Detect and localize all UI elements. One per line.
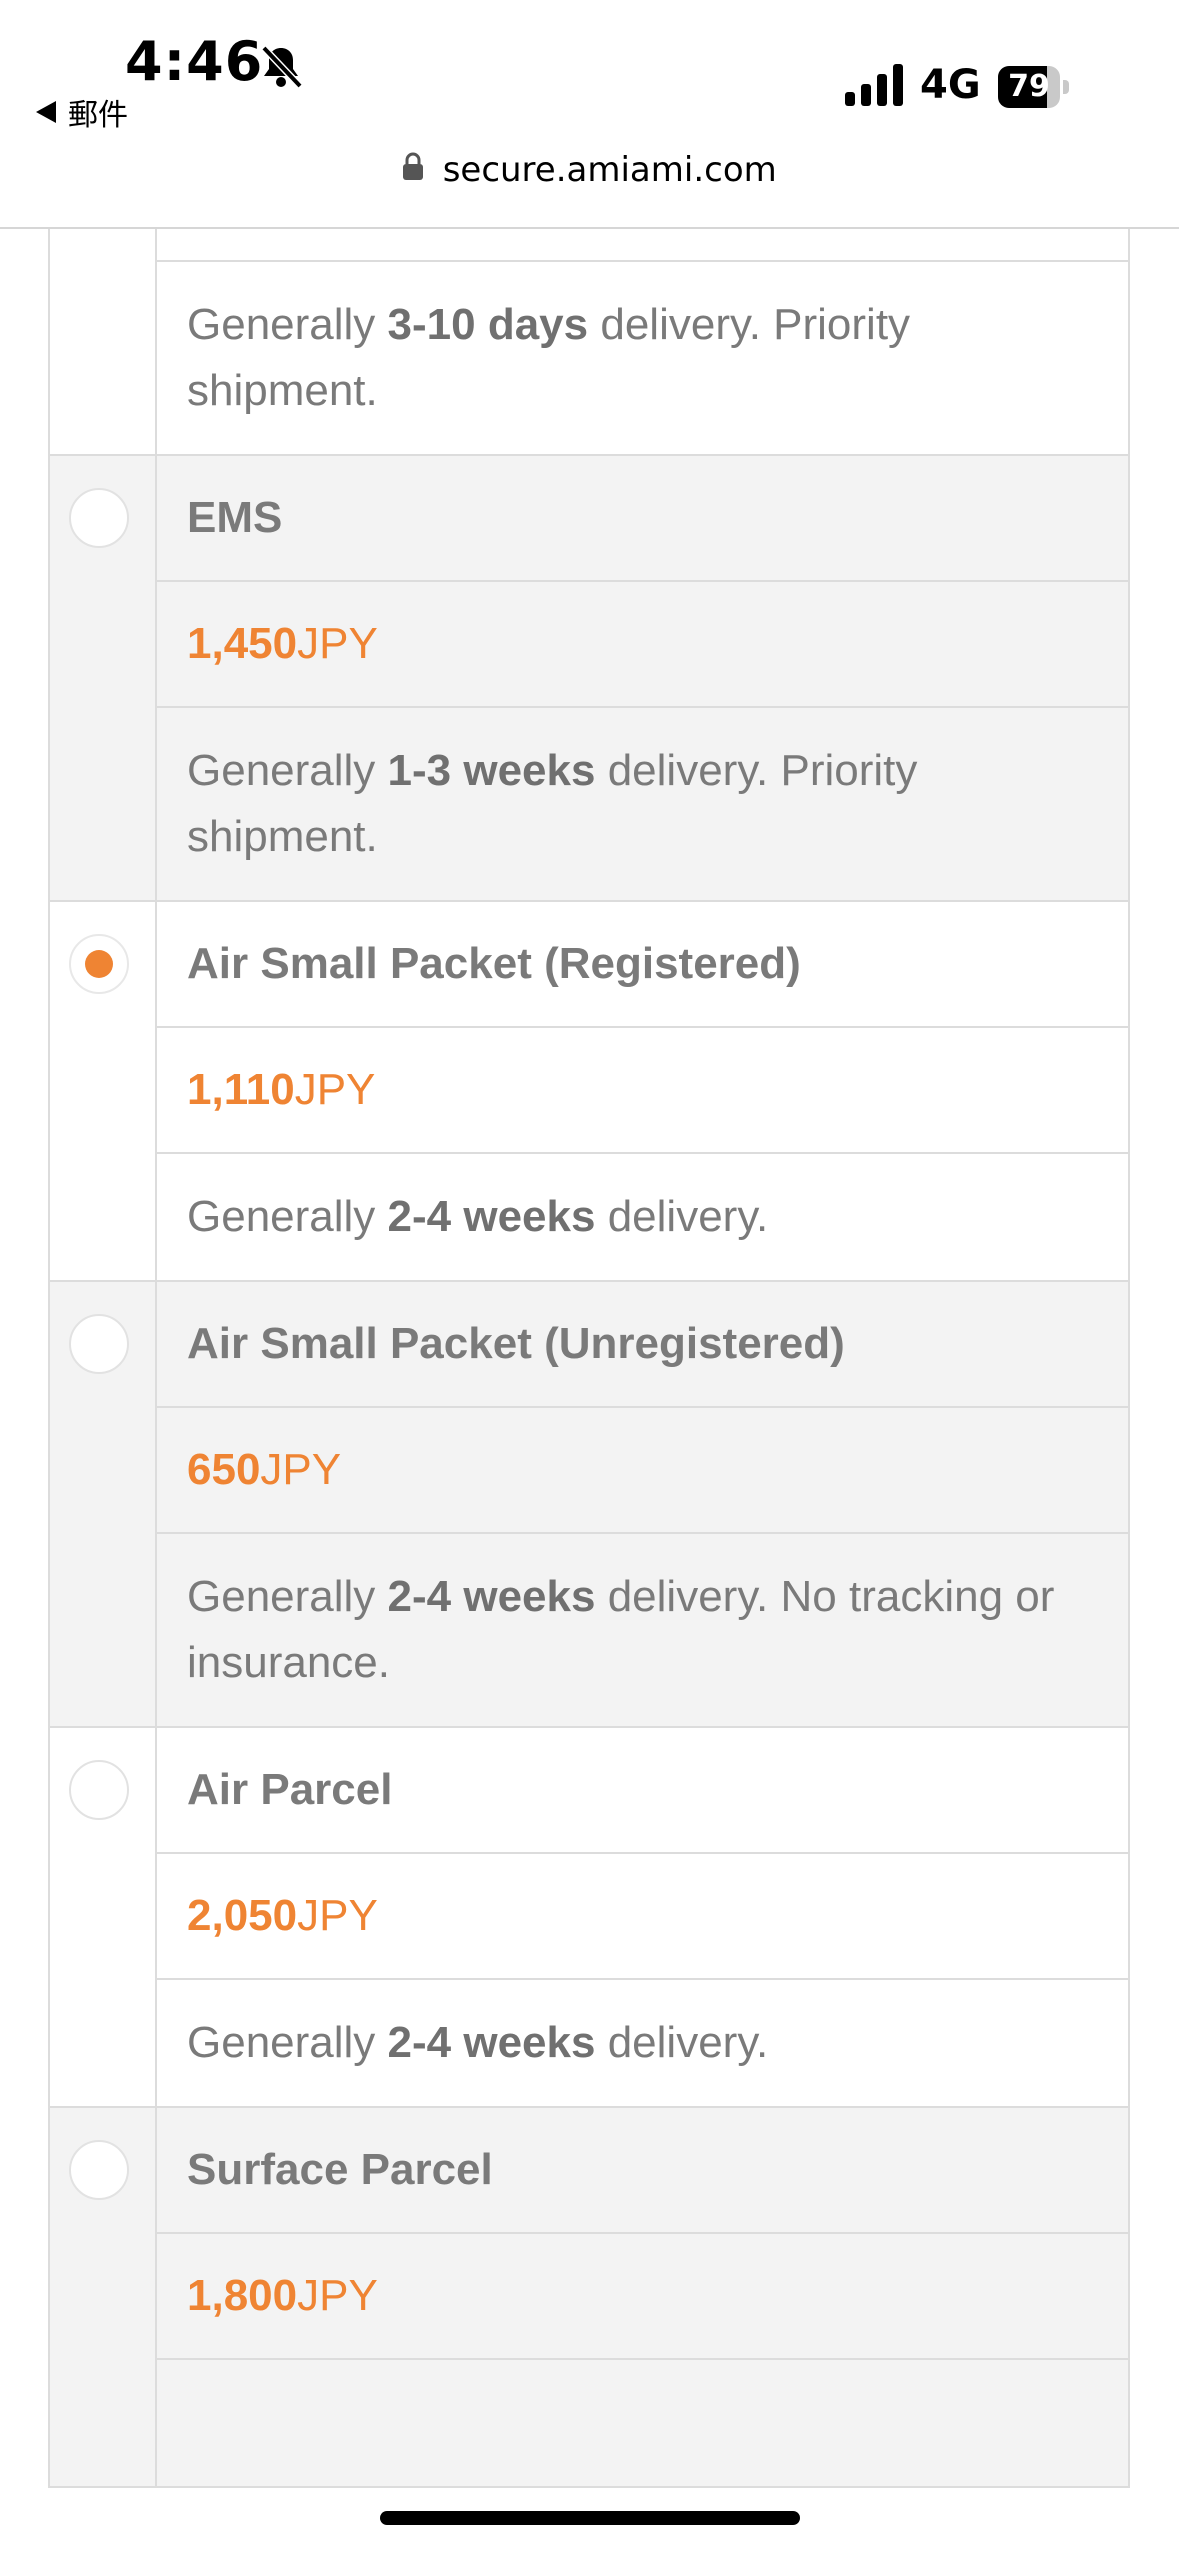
shipping-method-name: Air Small Packet (Registered) — [157, 902, 1128, 1028]
shipping-price: 650 JPY — [157, 1408, 1128, 1534]
status-time: 4:46 — [125, 30, 264, 93]
shipping-price: 2,050 JPY — [157, 1854, 1128, 1980]
delivery-text-prefix: Generally — [187, 300, 388, 349]
delivery-description — [157, 2360, 1128, 2486]
shipping-price: 2,313JPY — [157, 229, 1128, 262]
price-currency: JPY — [297, 619, 378, 668]
address-bar[interactable]: secure.amiami.com — [0, 150, 1179, 226]
price-amount: 1,450 — [187, 619, 298, 668]
price-amount: 2,050 — [187, 1891, 298, 1940]
radio-cell[interactable] — [50, 229, 157, 454]
shipping-radio-button[interactable] — [69, 1314, 129, 1374]
shipping-method-table: DHL2,313JPYGenerally 3-10 days delivery.… — [48, 229, 1130, 2488]
delivery-time-estimate: 2-4 weeks — [387, 1192, 596, 1241]
page-content[interactable]: DHL2,313JPYGenerally 3-10 days delivery.… — [0, 229, 1179, 2556]
status-bar: 4:46 郵件 4G 79 — [0, 0, 1179, 150]
delivery-time-estimate: 1-3 weeks — [387, 746, 596, 795]
shipping-option-details: Air Small Packet (Registered) 1,110 JPY Gen… — [157, 902, 1128, 1280]
shipping-option-details: EMS 1,450 JPY Generally 1-3 weeks delivery.… — [157, 456, 1128, 900]
radio-cell[interactable] — [50, 1282, 157, 1726]
radio-cell[interactable] — [50, 456, 157, 900]
price-amount: 1,800 — [187, 2271, 298, 2320]
battery-icon: 79 — [998, 66, 1072, 108]
shipping-option-details: Air Parcel 2,050 JPY Generally 2-4 weeks de… — [157, 1728, 1128, 2106]
shipping-option-row[interactable]: Air Small Packet (Unregistered) 650 JPY Gen… — [48, 1282, 1130, 1728]
cellular-signal-icon — [845, 64, 903, 106]
shipping-price: 1,800 JPY — [157, 2234, 1128, 2360]
delivery-description: Generally 3-10 days delivery. Priority s… — [157, 262, 1128, 454]
back-to-app-link[interactable]: 郵件 — [36, 90, 128, 134]
radio-cell[interactable] — [50, 1728, 157, 2106]
shipping-radio-button[interactable] — [69, 2140, 129, 2200]
shipping-option-row[interactable]: EMS 1,450 JPY Generally 1-3 weeks delivery.… — [48, 456, 1130, 902]
shipping-option-row[interactable]: Surface Parcel 1,800 JPY — [48, 2108, 1130, 2488]
shipping-method-name: Air Parcel — [157, 1728, 1128, 1854]
delivery-time-estimate: 2-4 weeks — [387, 2018, 596, 2067]
shipping-radio-button[interactable] — [69, 488, 129, 548]
shipping-method-name: EMS — [157, 456, 1128, 582]
shipping-price: 1,110 JPY — [157, 1028, 1128, 1154]
delivery-description: Generally 2-4 weeks delivery. — [157, 1154, 1128, 1280]
delivery-text-suffix: delivery. — [595, 2018, 769, 2067]
delivery-description: Generally 2-4 weeks delivery. — [157, 1980, 1128, 2106]
shipping-price: 1,450 JPY — [157, 582, 1128, 708]
price-amount: 650 — [187, 1445, 261, 1494]
shipping-method-name: Surface Parcel — [157, 2108, 1128, 2234]
shipping-radio-button[interactable] — [69, 934, 129, 994]
price-currency: JPY — [297, 1891, 378, 1940]
delivery-time-estimate: 3-10 days — [387, 300, 589, 349]
shipping-option-details: Surface Parcel 1,800 JPY — [157, 2108, 1128, 2486]
shipping-method-name: Air Small Packet (Unregistered) — [157, 1282, 1128, 1408]
shipping-option-row[interactable]: DHL2,313JPYGenerally 3-10 days delivery.… — [48, 229, 1130, 456]
home-indicator[interactable] — [380, 2511, 800, 2525]
back-arrow-icon — [36, 101, 56, 123]
price-currency: JPY — [297, 2271, 378, 2320]
shipping-radio-button[interactable] — [69, 1760, 129, 1820]
lock-icon — [403, 152, 424, 180]
delivery-text-prefix: Generally — [187, 1572, 388, 1621]
silent-bell-icon — [261, 45, 303, 89]
delivery-text-prefix: Generally — [187, 2018, 388, 2067]
price-amount: 1,110 — [187, 1065, 295, 1114]
radio-cell[interactable] — [50, 2108, 157, 2486]
radio-selected-dot — [85, 950, 113, 978]
price-currency: JPY — [260, 1445, 342, 1494]
delivery-time-estimate: 2-4 weeks — [387, 1572, 596, 1621]
delivery-text-prefix: Generally — [187, 1192, 388, 1241]
delivery-description: Generally 2-4 weeks delivery. No trackin… — [157, 1534, 1128, 1726]
back-app-label: 郵件 — [68, 98, 128, 133]
shipping-option-row[interactable]: Air Parcel 2,050 JPY Generally 2-4 weeks de… — [48, 1728, 1130, 2108]
shipping-option-row[interactable]: Air Small Packet (Registered) 1,110 JPY Gen… — [48, 902, 1130, 1282]
delivery-text-prefix: Generally — [187, 746, 388, 795]
price-currency: JPY — [294, 1065, 376, 1114]
network-type: 4G — [920, 62, 981, 108]
delivery-description: Generally 1-3 weeks delivery. Priority s… — [157, 708, 1128, 900]
radio-cell[interactable] — [50, 902, 157, 1280]
shipping-option-details: DHL2,313JPYGenerally 3-10 days delivery.… — [157, 229, 1128, 454]
url-text: secure.amiami.com — [442, 150, 777, 190]
delivery-text-suffix: delivery. — [595, 1192, 769, 1241]
battery-level: 79 — [1008, 69, 1050, 104]
shipping-option-details: Air Small Packet (Unregistered) 650 JPY Gen… — [157, 1282, 1128, 1726]
